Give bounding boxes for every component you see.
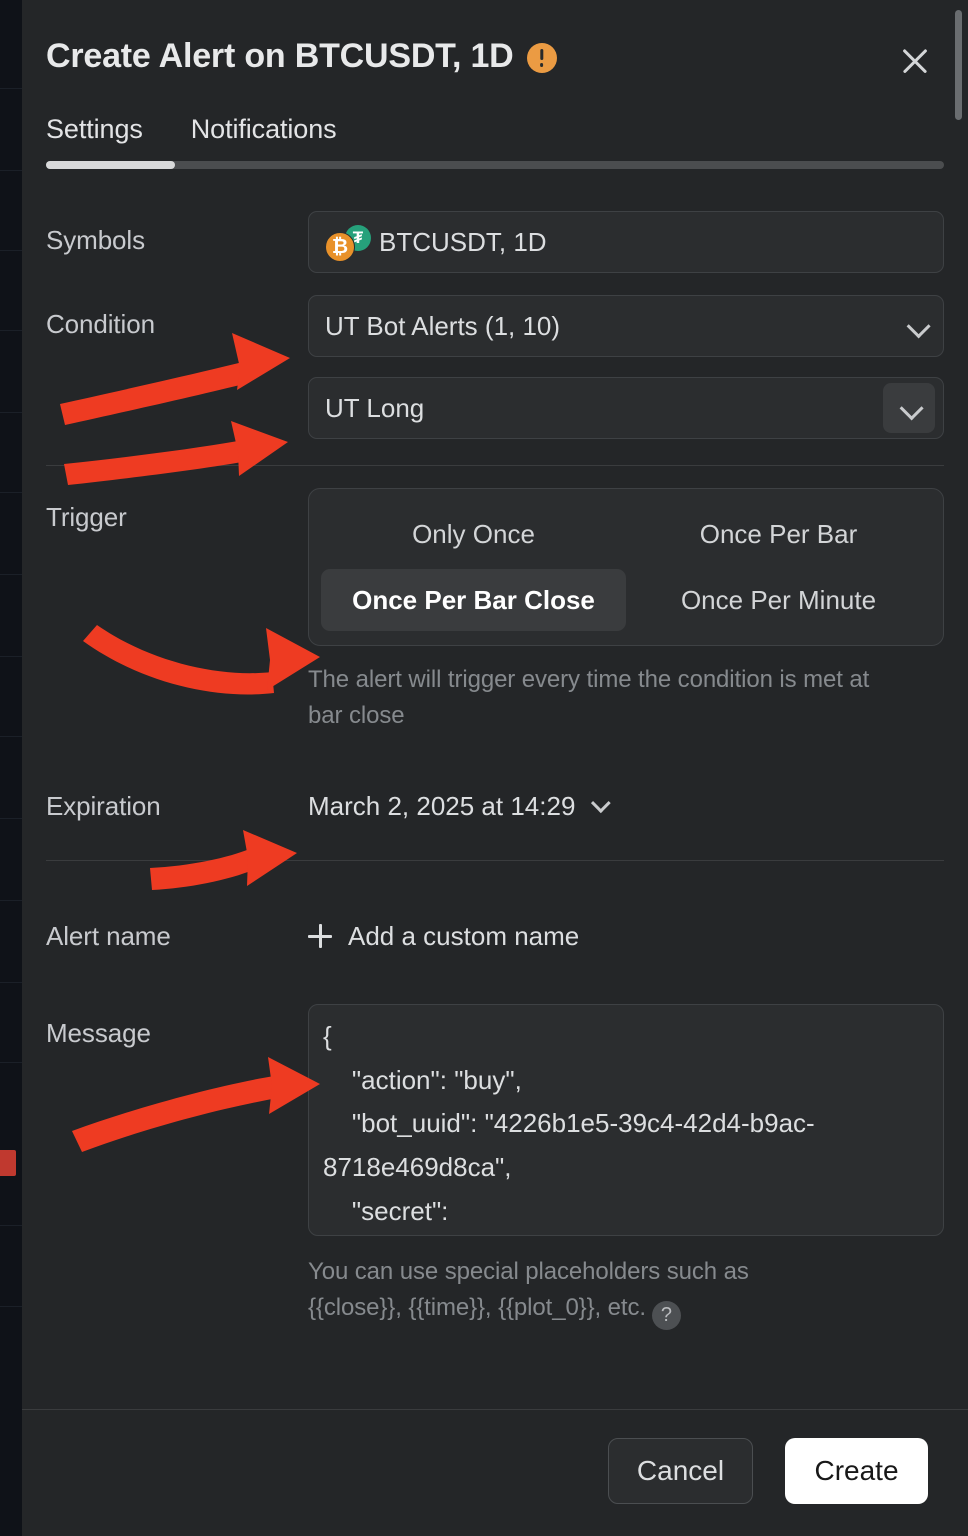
section-divider	[46, 465, 944, 466]
create-alert-dialog: Create Alert on BTCUSDT, 1D Settings Not…	[22, 0, 968, 1536]
exclamation-circle-icon	[526, 42, 557, 73]
tab-notifications[interactable]: Notifications	[191, 114, 337, 161]
page-title: Create Alert on BTCUSDT, 1D	[46, 36, 557, 77]
row-alert-name: Alert name Add a custom name	[46, 909, 944, 952]
expiration-label: Expiration	[46, 790, 161, 821]
symbols-label: Symbols	[46, 225, 145, 255]
condition-signal-select[interactable]: UT Long	[308, 377, 944, 439]
message-hint-line1: You can use special placeholders such as	[308, 1257, 749, 1285]
message-label: Message	[46, 1017, 151, 1048]
expiration-value: March 2, 2025 at 14:29	[308, 790, 576, 821]
dialog-footer: Cancel Create	[22, 1409, 968, 1536]
row-condition: Condition UT Bot Alerts (1, 10) UT Long	[46, 295, 944, 439]
message-hint-line2: {{close}}, {{time}}, {{plot_0}}, etc.	[308, 1294, 646, 1322]
condition-label: Condition	[46, 309, 155, 339]
alert-name-label: Alert name	[46, 920, 171, 951]
trigger-option-only-once[interactable]: Only Once	[321, 503, 626, 565]
symbols-field[interactable]: BTCUSDT, 1D	[308, 211, 944, 273]
symbols-value: BTCUSDT, 1D	[379, 226, 547, 257]
add-custom-name-button[interactable]: Add a custom name	[308, 909, 944, 952]
message-hint: You can use special placeholders such as…	[308, 1254, 928, 1331]
create-button[interactable]: Create	[785, 1438, 928, 1504]
chevron-down-icon	[591, 793, 612, 814]
trigger-label: Trigger	[46, 502, 127, 532]
tab-bar: Settings Notifications	[22, 84, 968, 161]
bitcoin-icon	[325, 232, 355, 262]
expiration-value-button[interactable]: March 2, 2025 at 14:29	[308, 779, 944, 822]
dialog-body: Symbols BTCUSDT, 1D Condition	[22, 10, 968, 1409]
trigger-option-once-per-minute[interactable]: Once Per Minute	[626, 569, 931, 631]
question-mark-icon[interactable]: ?	[651, 1301, 681, 1331]
trigger-option-once-per-bar-close[interactable]: Once Per Bar Close	[321, 569, 626, 631]
plus-icon	[308, 924, 332, 949]
chevron-down-icon	[899, 396, 924, 421]
row-expiration: Expiration March 2, 2025 at 14:29	[46, 779, 944, 822]
condition-signal-chevron-button[interactable]	[883, 383, 935, 433]
condition-signal-value: UT Long	[325, 392, 425, 423]
row-symbols: Symbols BTCUSDT, 1D	[46, 211, 944, 273]
message-textarea[interactable]: { "action": "buy", "bot_uuid": "4226b1e5…	[308, 1003, 944, 1236]
tab-settings[interactable]: Settings	[46, 114, 143, 161]
section-divider	[46, 859, 944, 861]
condition-indicator-select[interactable]: UT Bot Alerts (1, 10)	[308, 295, 944, 357]
tab-active-indicator	[46, 161, 175, 169]
row-trigger: Trigger Only Once Once Per Bar Once Per …	[46, 488, 944, 735]
cancel-button[interactable]: Cancel	[608, 1438, 753, 1504]
row-message: Message { "action": "buy", "bot_uuid": "…	[46, 10, 962, 1331]
tab-underline-track	[46, 161, 944, 169]
condition-indicator-value: UT Bot Alerts (1, 10)	[325, 310, 561, 341]
close-icon[interactable]	[892, 38, 938, 84]
chart-price-marker-left	[0, 1150, 16, 1176]
dialog-title-text: Create Alert on BTCUSDT, 1D	[46, 37, 514, 75]
chevron-down-icon	[906, 314, 931, 339]
symbol-pair-icons	[325, 225, 371, 262]
trigger-option-group: Only Once Once Per Bar Once Per Bar Clos…	[308, 488, 944, 646]
add-custom-name-label: Add a custom name	[348, 920, 580, 951]
dialog-header: Create Alert on BTCUSDT, 1D	[22, 0, 968, 84]
trigger-option-once-per-bar[interactable]: Once Per Bar	[626, 503, 931, 565]
trigger-hint: The alert will trigger every time the co…	[308, 666, 870, 730]
